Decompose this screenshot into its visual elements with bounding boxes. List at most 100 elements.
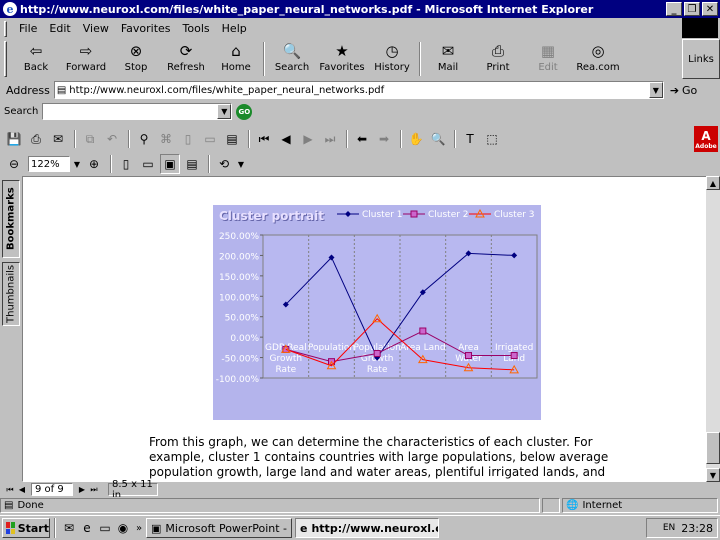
go-button[interactable]: ➔ Go: [670, 84, 697, 97]
edit-button[interactable]: ▦ Edit: [523, 39, 573, 77]
menu-bar: File Edit View Favorites Tools Help: [0, 18, 720, 39]
doc-icon[interactable]: ▯: [178, 129, 198, 149]
pdf-body-text: From this graph, we can determine the ch…: [149, 435, 609, 479]
zone-pane: 🌐 Internet: [562, 498, 718, 513]
search-input[interactable]: ▼: [42, 103, 233, 120]
rotate-dropdown-icon[interactable]: ▼: [236, 154, 246, 174]
menu-grip[interactable]: [4, 20, 7, 37]
scroll-up-icon[interactable]: ▲: [706, 176, 720, 190]
maximize-button[interactable]: ❐: [684, 2, 700, 16]
close-button[interactable]: ✕: [702, 2, 718, 16]
bookmarks-toggle-icon[interactable]: ▤: [222, 129, 242, 149]
ie-quicklaunch-icon[interactable]: e: [78, 519, 96, 537]
title-bar[interactable]: e http://www.neuroxl.com/files/white_pap…: [0, 0, 720, 18]
copy-icon[interactable]: ⧉: [80, 129, 100, 149]
language-icon[interactable]: EN: [663, 523, 675, 533]
tab-thumbnails[interactable]: Thumbnails: [2, 262, 20, 326]
task-ie[interactable]: e http://www.neuroxl.c...: [295, 518, 439, 538]
links-button[interactable]: Links: [682, 39, 720, 79]
back-button[interactable]: ⇦ Back: [11, 39, 61, 77]
menu-help[interactable]: Help: [216, 22, 253, 35]
powerpoint-icon: ▣: [151, 521, 162, 535]
previous-view-icon[interactable]: ⬅: [352, 129, 372, 149]
navigation-pane: Bookmarks Thumbnails: [0, 176, 22, 482]
fit-page-icon[interactable]: ▭: [138, 154, 158, 174]
ie-app-icon[interactable]: e: [3, 2, 17, 16]
address-dropdown-icon[interactable]: ▼: [648, 82, 663, 98]
search-dropdown-icon[interactable]: ▼: [217, 104, 232, 119]
next-page-icon[interactable]: ▶: [298, 129, 318, 149]
forward-arrow-icon: ⇨: [79, 42, 93, 60]
save-icon[interactable]: 💾: [4, 129, 24, 149]
text-select-icon[interactable]: T: [460, 129, 480, 149]
scroll-thumb[interactable]: [706, 432, 720, 464]
actual-size-icon[interactable]: ▯: [116, 154, 136, 174]
zoom-dropdown-icon[interactable]: ▼: [72, 154, 82, 174]
task-powerpoint[interactable]: ▣ Microsoft PowerPoint - [A]: [146, 518, 292, 538]
last-page-icon[interactable]: ⏭: [320, 129, 340, 149]
zoom-out-icon[interactable]: ⊖: [4, 154, 24, 174]
address-bar: Address ▤ http://www.neuroxl.com/files/w…: [0, 79, 720, 101]
email-icon[interactable]: ✉: [48, 129, 68, 149]
prev-page-small-icon[interactable]: ◀: [16, 485, 28, 494]
vertical-scrollbar[interactable]: ▲ ▼: [706, 176, 720, 482]
next-page-small-icon[interactable]: ▶: [76, 485, 88, 494]
stop-button[interactable]: ⊗ Stop: [111, 39, 161, 77]
menu-file[interactable]: File: [13, 22, 43, 35]
home-icon: ⌂: [231, 42, 241, 60]
desktop-icon[interactable]: ▭: [96, 519, 114, 537]
adobe-a-icon: A: [701, 128, 711, 143]
toolbar-separator: [346, 130, 348, 148]
undo-icon[interactable]: ↶: [102, 129, 122, 149]
page-number-field[interactable]: 9 of 9: [31, 483, 73, 496]
next-view-icon[interactable]: ➡: [374, 129, 394, 149]
last-page-small-icon[interactable]: ⏭: [88, 485, 100, 495]
search-button[interactable]: 🔍 Search: [267, 39, 317, 77]
first-page-small-icon[interactable]: ⏮: [4, 485, 16, 495]
favorites-button[interactable]: ★ Favorites: [317, 39, 367, 77]
stop-icon: ⊗: [129, 42, 143, 60]
forward-button[interactable]: ⇨ Forward: [61, 39, 111, 77]
quicklaunch-more-icon[interactable]: »: [132, 519, 146, 537]
home-button[interactable]: ⌂ Home: [211, 39, 261, 77]
search-icon: 🔍: [282, 42, 302, 60]
toolbar-grip[interactable]: [4, 41, 7, 77]
zoom-in-icon[interactable]: ⊕: [84, 154, 104, 174]
menu-edit[interactable]: Edit: [43, 22, 76, 35]
zoom-field[interactable]: 122%: [28, 156, 70, 172]
start-button[interactable]: Start: [2, 518, 50, 538]
menu-favorites[interactable]: Favorites: [115, 22, 177, 35]
toolbar-separator: [419, 42, 421, 76]
hand-tool-icon[interactable]: ✋: [406, 129, 426, 149]
y-tick-label: -100.00%: [216, 375, 260, 385]
find-icon[interactable]: ⚲: [134, 129, 154, 149]
realcom-button[interactable]: ◎ Rea.com: [573, 39, 623, 77]
print-button[interactable]: ⎙ Print: [473, 39, 523, 77]
first-page-icon[interactable]: ⏮: [254, 129, 274, 149]
tab-bookmarks[interactable]: Bookmarks: [2, 180, 20, 258]
graphics-select-icon[interactable]: ⬚: [482, 129, 502, 149]
minimize-button[interactable]: _: [666, 2, 682, 16]
address-input[interactable]: ▤ http://www.neuroxl.com/files/white_pap…: [53, 81, 664, 99]
menu-view[interactable]: View: [77, 22, 115, 35]
media-icon[interactable]: ◉: [114, 519, 132, 537]
menu-tools[interactable]: Tools: [177, 22, 216, 35]
pdf-document-area[interactable]: 250.00% 200.00% 150.00% 100.00% 50.00% 0.00% -…: [22, 176, 708, 482]
search-go-icon[interactable]: GO: [236, 103, 253, 120]
mail-button[interactable]: ✉ Mail: [423, 39, 473, 77]
fit-visible-icon[interactable]: ▤: [182, 154, 202, 174]
address-url: http://www.neuroxl.com/files/white_paper…: [69, 84, 385, 96]
back-arrow-icon: ⇦: [29, 42, 43, 60]
zoom-tool-icon[interactable]: 🔍: [428, 129, 448, 149]
refresh-button[interactable]: ⟳ Refresh: [161, 39, 211, 77]
print-pdf-icon[interactable]: ⎙: [26, 129, 46, 149]
fit-width-icon[interactable]: ▣: [160, 154, 180, 174]
outlook-icon[interactable]: ✉: [60, 519, 78, 537]
history-button[interactable]: ◷ History: [367, 39, 417, 77]
pages-icon[interactable]: ▭: [200, 129, 220, 149]
clock: 23:28: [681, 521, 713, 535]
rotate-icon[interactable]: ⟲: [214, 154, 234, 174]
prev-page-icon[interactable]: ◀: [276, 129, 296, 149]
attach-icon[interactable]: ⌘: [156, 129, 176, 149]
scroll-down-icon[interactable]: ▼: [706, 468, 720, 482]
